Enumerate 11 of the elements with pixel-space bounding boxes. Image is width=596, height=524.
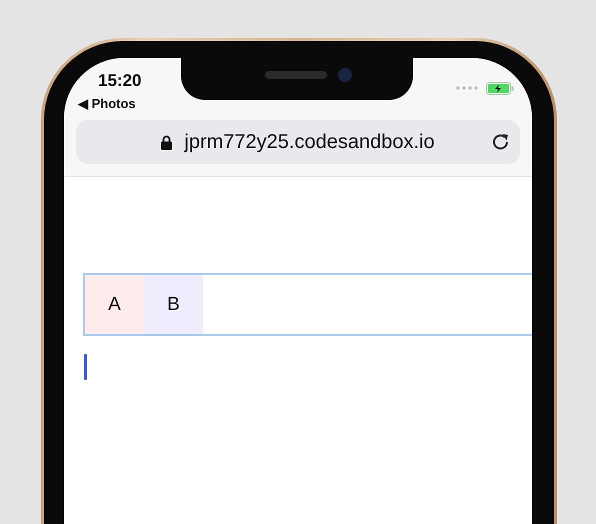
address-bar[interactable]: jprm772y25.codesandbox.io <box>76 120 520 164</box>
text-cursor <box>84 354 87 380</box>
signal-icon <box>456 86 478 90</box>
url-text: jprm772y25.codesandbox.io <box>184 130 435 154</box>
lock-icon <box>161 134 172 150</box>
battery-icon <box>486 82 514 94</box>
reload-icon[interactable] <box>491 132 511 152</box>
status-time: 15:20 <box>97 71 142 91</box>
tab[interactable]: A <box>85 275 144 334</box>
tab[interactable]: B <box>144 275 203 334</box>
back-link[interactable]: ◀ Photos <box>78 96 142 111</box>
